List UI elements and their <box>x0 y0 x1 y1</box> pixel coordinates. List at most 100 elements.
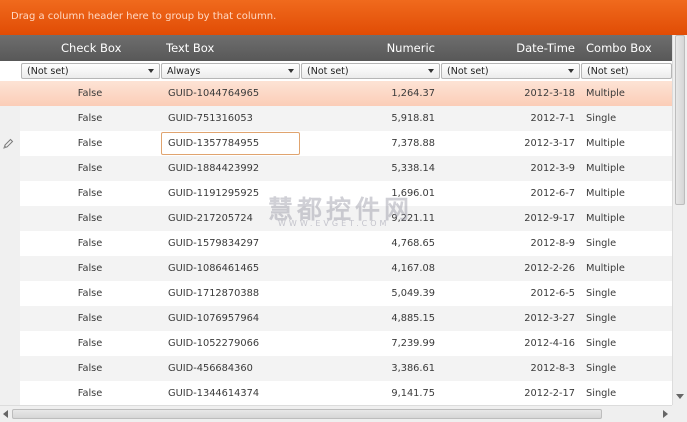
date-time-cell[interactable]: 2012-3-9 <box>440 156 575 181</box>
table-row[interactable]: False GUID-1076957964 4,885.15 2012-3-27 Sin… <box>0 306 672 331</box>
numeric-cell[interactable]: 9,141.75 <box>300 381 435 405</box>
table-row[interactable]: False GUID-751316053 5,918.81 2012-7-1 Singl… <box>0 106 672 131</box>
table-row[interactable]: False GUID-1086461465 4,167.08 2012-2-26 Mul… <box>0 256 672 281</box>
vertical-scrollbar[interactable] <box>672 35 687 405</box>
row-indicator[interactable] <box>0 356 20 381</box>
combo-box-cell[interactable]: Single <box>586 231 671 256</box>
text-box-cell[interactable]: GUID-1579834297 <box>168 231 300 256</box>
combo-box-cell[interactable]: Multiple <box>586 181 671 206</box>
date-time-cell[interactable]: 2012-2-17 <box>440 381 575 405</box>
numeric-cell[interactable]: 4,167.08 <box>300 256 435 281</box>
check-box-cell[interactable]: False <box>20 356 160 381</box>
numeric-cell[interactable]: 7,378.88 <box>300 131 435 156</box>
row-indicator[interactable] <box>0 256 20 281</box>
combo-box-cell[interactable]: Single <box>586 106 671 131</box>
check-box-cell[interactable]: False <box>20 156 160 181</box>
date-time-cell[interactable]: 2012-8-9 <box>440 231 575 256</box>
combo-box-cell[interactable]: Multiple <box>586 206 671 231</box>
table-row[interactable]: False GUID-456684360 3,386.61 2012-8-3 Singl… <box>0 356 672 381</box>
column-header-text-box[interactable]: Text Box <box>166 35 214 61</box>
text-box-cell[interactable]: GUID-751316053 <box>168 106 300 131</box>
combo-box-cell[interactable]: Multiple <box>586 81 671 106</box>
combo-box-cell[interactable]: Single <box>586 381 671 405</box>
filter-combo-box-dropdown[interactable]: (Not set) <box>581 63 672 79</box>
table-row[interactable]: False GUID-1191295925 1,696.01 2012-6-7 Mult… <box>0 181 672 206</box>
text-box-cell[interactable]: GUID-1884423992 <box>168 156 300 181</box>
check-box-cell[interactable]: False <box>20 131 160 156</box>
numeric-cell[interactable]: 5,049.39 <box>300 281 435 306</box>
text-box-cell[interactable]: GUID-1191295925 <box>168 181 300 206</box>
table-row[interactable]: False GUID-1044764965 1,264.37 2012-3-18 Mul… <box>0 81 672 106</box>
numeric-cell[interactable]: 3,386.61 <box>300 356 435 381</box>
table-row[interactable]: False GUID-1357784955 7,378.88 2012-3-17 Mul… <box>0 131 672 156</box>
date-time-cell[interactable]: 2012-4-16 <box>440 331 575 356</box>
table-row[interactable]: False GUID-1052279066 7,239.99 2012-4-16 Sin… <box>0 331 672 356</box>
table-row[interactable]: False GUID-217205724 9,221.11 2012-9-17 Mult… <box>0 206 672 231</box>
text-box-cell[interactable]: GUID-1044764965 <box>168 81 300 106</box>
text-box-cell[interactable]: GUID-1344614374 <box>168 381 300 405</box>
text-box-cell[interactable]: GUID-1086461465 <box>168 256 300 281</box>
combo-box-cell[interactable]: Multiple <box>586 256 671 281</box>
check-box-cell[interactable]: False <box>20 256 160 281</box>
check-box-cell[interactable]: False <box>20 306 160 331</box>
row-indicator[interactable] <box>0 281 20 306</box>
date-time-cell[interactable]: 2012-7-1 <box>440 106 575 131</box>
check-box-cell[interactable]: False <box>20 231 160 256</box>
numeric-cell[interactable]: 4,885.15 <box>300 306 435 331</box>
column-header-check-box[interactable]: Check Box <box>61 35 121 61</box>
numeric-cell[interactable]: 5,338.14 <box>300 156 435 181</box>
date-time-cell[interactable]: 2012-3-18 <box>440 81 575 106</box>
row-indicator[interactable] <box>0 381 20 405</box>
date-time-cell[interactable]: 2012-9-17 <box>440 206 575 231</box>
text-box-cell[interactable]: GUID-1712870388 <box>168 281 300 306</box>
check-box-cell[interactable]: False <box>20 181 160 206</box>
check-box-cell[interactable]: False <box>20 106 160 131</box>
column-header-date-time[interactable]: Date-Time <box>440 35 575 61</box>
combo-box-cell[interactable]: Single <box>586 356 671 381</box>
numeric-cell[interactable]: 4,768.65 <box>300 231 435 256</box>
check-box-cell[interactable]: False <box>20 331 160 356</box>
filter-check-box-dropdown[interactable]: (Not set) <box>21 63 160 79</box>
filter-text-box-dropdown[interactable]: Always <box>161 63 300 79</box>
check-box-cell[interactable]: False <box>20 281 160 306</box>
date-time-cell[interactable]: 2012-3-17 <box>440 131 575 156</box>
row-indicator[interactable] <box>0 81 20 106</box>
combo-box-cell[interactable]: Multiple <box>586 131 671 156</box>
horizontal-scroll-thumb[interactable] <box>12 409 602 419</box>
date-time-cell[interactable]: 2012-8-3 <box>440 356 575 381</box>
table-row[interactable]: False GUID-1884423992 5,338.14 2012-3-9 Mult… <box>0 156 672 181</box>
check-box-cell[interactable]: False <box>20 81 160 106</box>
row-indicator[interactable] <box>0 106 20 131</box>
scroll-left-button[interactable] <box>1 409 11 419</box>
row-indicator[interactable] <box>0 181 20 206</box>
group-by-panel[interactable]: Drag a column header here to group by th… <box>0 0 687 35</box>
date-time-cell[interactable]: 2012-6-7 <box>440 181 575 206</box>
numeric-cell[interactable]: 1,696.01 <box>300 181 435 206</box>
filter-numeric-dropdown[interactable]: (Not set) <box>301 63 440 79</box>
check-box-cell[interactable]: False <box>20 206 160 231</box>
numeric-cell[interactable]: 9,221.11 <box>300 206 435 231</box>
combo-box-cell[interactable]: Single <box>586 331 671 356</box>
date-time-cell[interactable]: 2012-3-27 <box>440 306 575 331</box>
table-row[interactable]: False GUID-1712870388 5,049.39 2012-6-5 Sing… <box>0 281 672 306</box>
date-time-cell[interactable]: 2012-6-5 <box>440 281 575 306</box>
column-header-combo-box[interactable]: Combo Box <box>586 35 672 61</box>
text-box-cell[interactable]: GUID-1357784955 <box>168 131 300 156</box>
text-box-cell[interactable]: GUID-217205724 <box>168 206 300 231</box>
text-box-cell[interactable]: GUID-1076957964 <box>168 306 300 331</box>
row-indicator[interactable] <box>0 331 20 356</box>
combo-box-cell[interactable]: Single <box>586 281 671 306</box>
scroll-right-button[interactable] <box>660 409 670 419</box>
table-row[interactable]: False GUID-1344614374 9,141.75 2012-2-17 Sin… <box>0 381 672 405</box>
vertical-scroll-thumb[interactable] <box>675 35 685 205</box>
row-indicator[interactable] <box>0 131 20 156</box>
row-indicator[interactable] <box>0 206 20 231</box>
numeric-cell[interactable]: 1,264.37 <box>300 81 435 106</box>
combo-box-cell[interactable]: Multiple <box>586 156 671 181</box>
numeric-cell[interactable]: 7,239.99 <box>300 331 435 356</box>
numeric-cell[interactable]: 5,918.81 <box>300 106 435 131</box>
check-box-cell[interactable]: False <box>20 381 160 405</box>
filter-date-time-dropdown[interactable]: (Not set) <box>441 63 580 79</box>
combo-box-cell[interactable]: Single <box>586 306 671 331</box>
row-indicator[interactable] <box>0 156 20 181</box>
